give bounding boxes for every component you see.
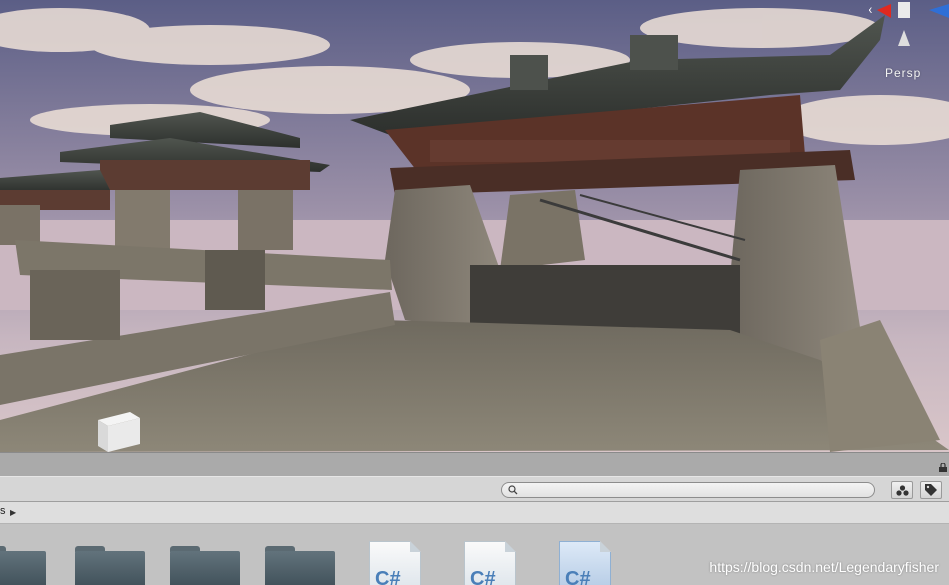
lock-icon[interactable] — [939, 463, 947, 472]
search-field[interactable] — [501, 482, 875, 498]
panel-tab-bar — [0, 452, 949, 476]
projection-label[interactable]: Persp — [885, 66, 921, 80]
filter-by-label-icon — [925, 484, 937, 496]
gizmo-x-label: x — [869, 5, 872, 16]
script-glyph: C# — [565, 568, 591, 585]
scene-render[interactable] — [0, 0, 949, 452]
scene-gizmo[interactable]: x — [869, 0, 949, 56]
breadcrumb-arrow-icon[interactable]: ▶ — [10, 508, 16, 517]
folder-icon[interactable] — [75, 546, 145, 585]
csharp-script-icon-selected[interactable]: C# — [559, 541, 611, 585]
csharp-script-icon[interactable]: C# — [464, 541, 516, 585]
scene-view[interactable]: x Persp — [0, 0, 949, 452]
script-glyph: C# — [470, 568, 496, 585]
gizmo-z-axis — [929, 4, 949, 18]
filter-by-type-button[interactable] — [891, 481, 913, 499]
breadcrumb-item[interactable]: s — [0, 505, 6, 517]
search-icon — [508, 485, 518, 495]
folder-icon[interactable] — [170, 546, 240, 585]
breadcrumb: s — [0, 502, 949, 524]
search-input[interactable] — [520, 483, 860, 497]
gizmo-x-axis — [877, 4, 891, 18]
filter-by-label-button[interactable] — [920, 481, 942, 499]
watermark: https://blog.csdn.net/Legendaryfisher — [709, 559, 939, 575]
asset-grid: C# C# C# — [0, 524, 949, 585]
script-glyph: C# — [375, 568, 401, 585]
folder-icon[interactable] — [265, 546, 335, 585]
folder-icon[interactable] — [0, 546, 46, 585]
csharp-script-icon[interactable]: C# — [369, 541, 421, 585]
filter-by-type-icon — [895, 484, 909, 496]
